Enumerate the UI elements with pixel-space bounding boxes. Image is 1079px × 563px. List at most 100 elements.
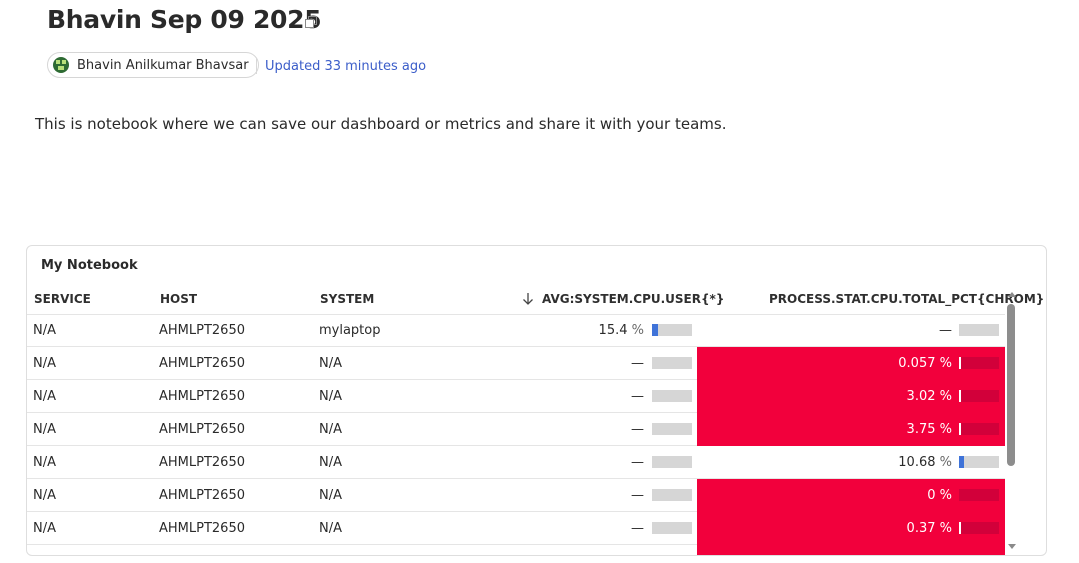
cell-service: N/A (33, 554, 56, 555)
copy-icon[interactable] (305, 16, 317, 28)
notebook-description: This is notebook where we can save our d… (35, 115, 727, 133)
table-header: SERVICE HOST SYSTEM AVG:SYSTEM.CPU.USER{… (27, 290, 1044, 315)
author-chip[interactable]: Bhavin Anilkumar Bhavsar (47, 52, 259, 78)
widget-title: My Notebook (41, 258, 138, 273)
process-cpu-bar (959, 555, 999, 556)
process-cpu-value: 0 (927, 488, 936, 503)
process-cpu-bar-fill (959, 357, 961, 369)
process-cpu-unit: % (939, 521, 952, 536)
avg-cpu-bar (652, 555, 692, 556)
cell-system: N/A (319, 554, 342, 555)
cell-service: N/A (33, 389, 56, 404)
process-cpu-bar-fill (959, 522, 961, 534)
process-cpu-value: 3.02 (906, 389, 936, 404)
process-cpu-unit: % (939, 455, 952, 470)
cell-avg-cpu-user: — (631, 521, 644, 536)
avg-cpu-value: — (631, 356, 644, 371)
table-row[interactable]: N/A AHMLPT2650 N/A — 3.75 % (27, 413, 1005, 446)
column-header-process-cpu[interactable]: PROCESS.STAT.CPU.TOTAL_PCT{CHROM} (769, 292, 1044, 306)
updated-link[interactable]: Updated 33 minutes ago (265, 59, 426, 74)
cell-system: N/A (319, 422, 342, 437)
cell-service: N/A (33, 521, 56, 536)
cell-host: AHMLPT2650 (159, 521, 245, 536)
cell-host: AHMLPT2650 (159, 389, 245, 404)
column-header-host[interactable]: HOST (160, 292, 197, 306)
process-cpu-bar (959, 357, 999, 369)
avg-cpu-unit: % (631, 323, 644, 338)
table-body: N/A AHMLPT2650 mylaptop 15.4 % — N/A AHMLPT26… (27, 314, 1005, 556)
avg-cpu-bar (652, 324, 692, 336)
cell-process-cpu: 3.02 % (907, 389, 952, 404)
process-cpu-value: 3.75 (906, 422, 936, 437)
cell-host: AHMLPT2650 (159, 422, 245, 437)
cell-avg-cpu-user: — (631, 455, 644, 470)
table-scrollbar[interactable] (1006, 290, 1018, 555)
notebook-title: Bhavin Sep 09 2025 (47, 5, 322, 34)
table-row[interactable]: N/A AHMLPT2650 N/A — 10.68 % (27, 446, 1005, 479)
scroll-thumb[interactable] (1007, 304, 1015, 466)
cell-avg-cpu-user: — (631, 422, 644, 437)
arrow-down-icon[interactable] (522, 292, 534, 306)
process-cpu-bar-fill (959, 423, 961, 435)
process-cpu-bar (959, 324, 999, 336)
process-cpu-bar (959, 489, 999, 501)
cell-system: N/A (319, 455, 342, 470)
cell-avg-cpu-user: 15.4 % (599, 323, 644, 338)
process-cpu-bar-fill (959, 390, 961, 402)
avg-cpu-bar-fill (652, 324, 658, 336)
cell-avg-cpu-user: — (631, 356, 644, 371)
process-cpu-value: — (939, 323, 952, 338)
cell-system: N/A (319, 488, 342, 503)
avg-cpu-value: — (631, 389, 644, 404)
cell-host: AHMLPT2650 (159, 356, 245, 371)
cell-system: N/A (319, 521, 342, 536)
process-cpu-value: 0.057 (898, 356, 936, 371)
process-cpu-unit: % (939, 422, 952, 437)
process-cpu-unit: % (939, 389, 952, 404)
header-divider (256, 58, 257, 74)
cell-host: AHMLPT2650 (159, 455, 245, 470)
column-header-system[interactable]: SYSTEM (320, 292, 374, 306)
cell-process-cpu: 10.68 % (898, 455, 952, 470)
avg-cpu-bar (652, 489, 692, 501)
column-header-avg-cpu-user[interactable]: AVG:SYSTEM.CPU.USER{*} (542, 292, 724, 306)
process-cpu-bar (959, 456, 999, 468)
scroll-up-arrow-icon[interactable] (1008, 292, 1016, 297)
table-row[interactable]: N/A AHMLPT2650 N/A — (27, 545, 1005, 556)
cell-service: N/A (33, 422, 56, 437)
cell-service: N/A (33, 488, 56, 503)
cell-host: AHMLPT2650 (159, 488, 245, 503)
process-cpu-unit: % (939, 488, 952, 503)
cell-process-cpu: 0.057 % (898, 356, 952, 371)
author-name: Bhavin Anilkumar Bhavsar (77, 57, 249, 73)
table-row[interactable]: N/A AHMLPT2650 N/A — 0.37 % (27, 512, 1005, 545)
avg-cpu-bar (652, 390, 692, 402)
avg-cpu-value: 15.4 (598, 323, 628, 338)
cell-avg-cpu-user: — (631, 554, 644, 555)
cell-service: N/A (33, 323, 56, 338)
column-header-service[interactable]: SERVICE (34, 292, 91, 306)
cell-process-cpu: — (939, 323, 952, 338)
avg-cpu-bar (652, 456, 692, 468)
cell-system: N/A (319, 389, 342, 404)
cell-process-cpu: 3.75 % (907, 422, 952, 437)
process-cpu-unit: % (939, 356, 952, 371)
table-row[interactable]: N/A AHMLPT2650 N/A — 3.02 % (27, 380, 1005, 413)
table-row[interactable]: N/A AHMLPT2650 mylaptop 15.4 % — (27, 314, 1005, 347)
table-row[interactable]: N/A AHMLPT2650 N/A — 0.057 % (27, 347, 1005, 380)
avg-cpu-bar (652, 522, 692, 534)
cell-process-cpu: 0 % (927, 488, 952, 503)
cell-service: N/A (33, 356, 56, 371)
avg-cpu-value: — (631, 455, 644, 470)
process-cpu-bar (959, 423, 999, 435)
avg-cpu-bar (652, 357, 692, 369)
process-cpu-bar (959, 390, 999, 402)
cell-system: mylaptop (319, 323, 381, 338)
avg-cpu-value: — (631, 422, 644, 437)
scroll-down-arrow-icon[interactable] (1008, 544, 1016, 549)
table-row[interactable]: N/A AHMLPT2650 N/A — 0 % (27, 479, 1005, 512)
process-cpu-bar-fill (959, 456, 964, 468)
cell-host: AHMLPT2650 (159, 323, 245, 338)
avg-cpu-value: — (631, 488, 644, 503)
cell-avg-cpu-user: — (631, 389, 644, 404)
